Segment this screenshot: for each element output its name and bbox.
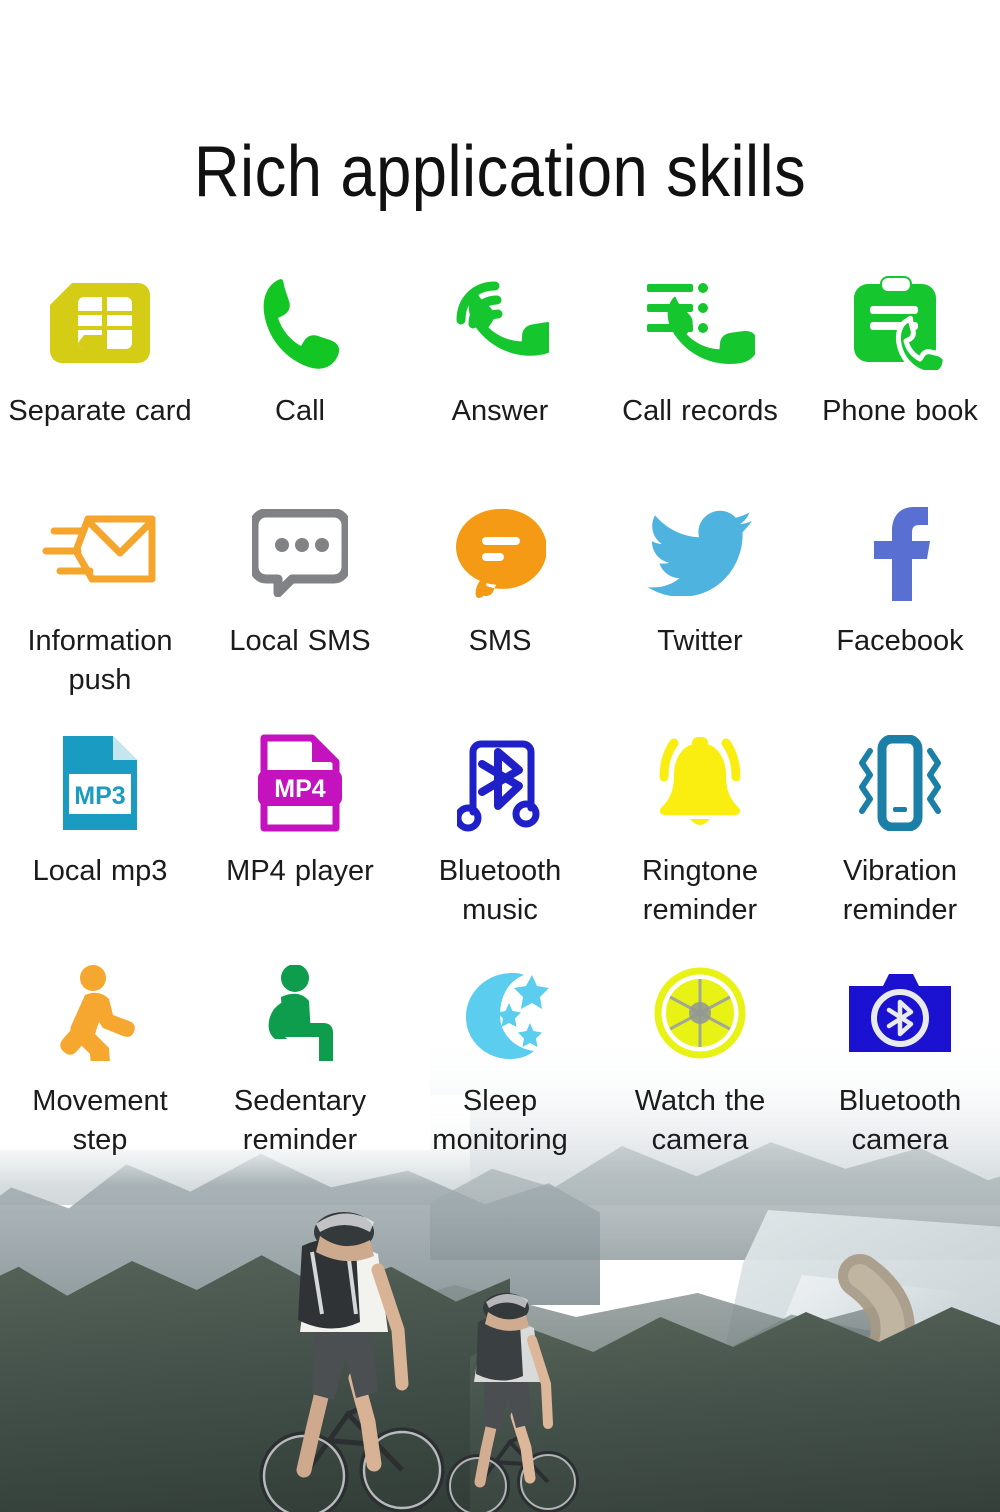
bluetooth-camera-icon xyxy=(849,958,951,1068)
feature-label: Separate card xyxy=(8,395,192,427)
page-title: Rich application skills xyxy=(193,132,807,212)
feature-phone-book[interactable]: Phone book xyxy=(800,268,1000,498)
feature-bluetooth-music[interactable]: Bluetooth music xyxy=(400,728,600,958)
feature-movement-step[interactable]: Movement step xyxy=(0,958,200,1178)
phone-handset-icon xyxy=(260,268,340,378)
feature-vibration-reminder[interactable]: Vibration reminder xyxy=(800,728,1000,958)
feature-mp4-player[interactable]: MP4 MP4 player xyxy=(200,728,400,958)
feature-sms[interactable]: SMS xyxy=(400,498,600,728)
sim-card-icon xyxy=(50,268,150,378)
feature-local-mp3[interactable]: MP3 Local mp3 xyxy=(0,728,200,958)
feature-label: Local SMS xyxy=(229,625,371,657)
sitting-person-icon xyxy=(257,958,343,1068)
bluetooth-music-icon xyxy=(457,728,543,838)
bell-icon xyxy=(650,728,750,838)
running-person-icon xyxy=(55,958,145,1068)
vibration-phone-icon xyxy=(852,728,948,838)
mp3-file-icon: MP3 xyxy=(61,728,139,838)
photo-cyclist-rear xyxy=(440,1288,590,1512)
feature-watch-the-camera[interactable]: Watch the camera xyxy=(600,958,800,1178)
call-records-icon xyxy=(645,268,755,378)
feature-label: SMS xyxy=(468,625,532,657)
envelope-push-icon xyxy=(40,498,160,608)
answer-call-icon xyxy=(451,268,549,378)
feature-call[interactable]: Call xyxy=(200,268,400,498)
feature-twitter[interactable]: Twitter xyxy=(600,498,800,728)
feature-label: MP4 player xyxy=(226,855,374,887)
photo-cyclist-front xyxy=(252,1208,462,1512)
feature-label: Vibration reminder xyxy=(842,855,958,927)
mp4-file-icon: MP4 xyxy=(258,728,342,838)
feature-local-sms[interactable]: Local SMS xyxy=(200,498,400,728)
feature-label: Phone book xyxy=(822,395,978,427)
feature-separate-card[interactable]: Separate card xyxy=(0,268,200,498)
feature-call-records[interactable]: Call records xyxy=(600,268,800,498)
feature-label: Information push xyxy=(27,625,173,697)
facebook-f-icon xyxy=(870,498,930,608)
feature-label: Twitter xyxy=(657,625,743,657)
chat-bubble-icon xyxy=(252,498,348,608)
feature-ringtone-reminder[interactable]: Ringtone reminder xyxy=(600,728,800,958)
feature-label: Ringtone reminder xyxy=(641,855,759,927)
feature-label: Facebook xyxy=(836,625,964,657)
feature-label: Bluetooth camera xyxy=(838,1085,962,1157)
mp4-label: MP4 xyxy=(274,775,326,803)
sms-bubble-icon xyxy=(454,498,546,608)
feature-icon-grid: Separate card Call Answer Call records P… xyxy=(0,268,1000,1178)
feature-label: Answer xyxy=(451,395,549,427)
feature-bluetooth-camera[interactable]: Bluetooth camera xyxy=(800,958,1000,1178)
feature-label: Local mp3 xyxy=(32,855,168,887)
feature-label: Sedentary reminder xyxy=(233,1085,367,1157)
feature-label: Call xyxy=(275,395,325,427)
phone-book-icon xyxy=(850,268,950,378)
feature-label: Call records xyxy=(622,395,778,427)
feature-facebook[interactable]: Facebook xyxy=(800,498,1000,728)
feature-label: Bluetooth music xyxy=(438,855,562,927)
twitter-bird-icon xyxy=(648,498,752,608)
feature-label: Watch the camera xyxy=(634,1085,766,1157)
feature-sedentary-reminder[interactable]: Sedentary reminder xyxy=(200,958,400,1178)
feature-answer[interactable]: Answer xyxy=(400,268,600,498)
feature-label: Sleep monitoring xyxy=(432,1085,568,1157)
feature-label: Movement step xyxy=(32,1085,168,1157)
feature-information-push[interactable]: Information push xyxy=(0,498,200,728)
feature-sleep-monitoring[interactable]: Sleep monitoring xyxy=(400,958,600,1178)
moon-stars-icon xyxy=(450,958,550,1068)
camera-shutter-icon xyxy=(654,958,746,1068)
mp3-label: MP3 xyxy=(74,782,125,810)
